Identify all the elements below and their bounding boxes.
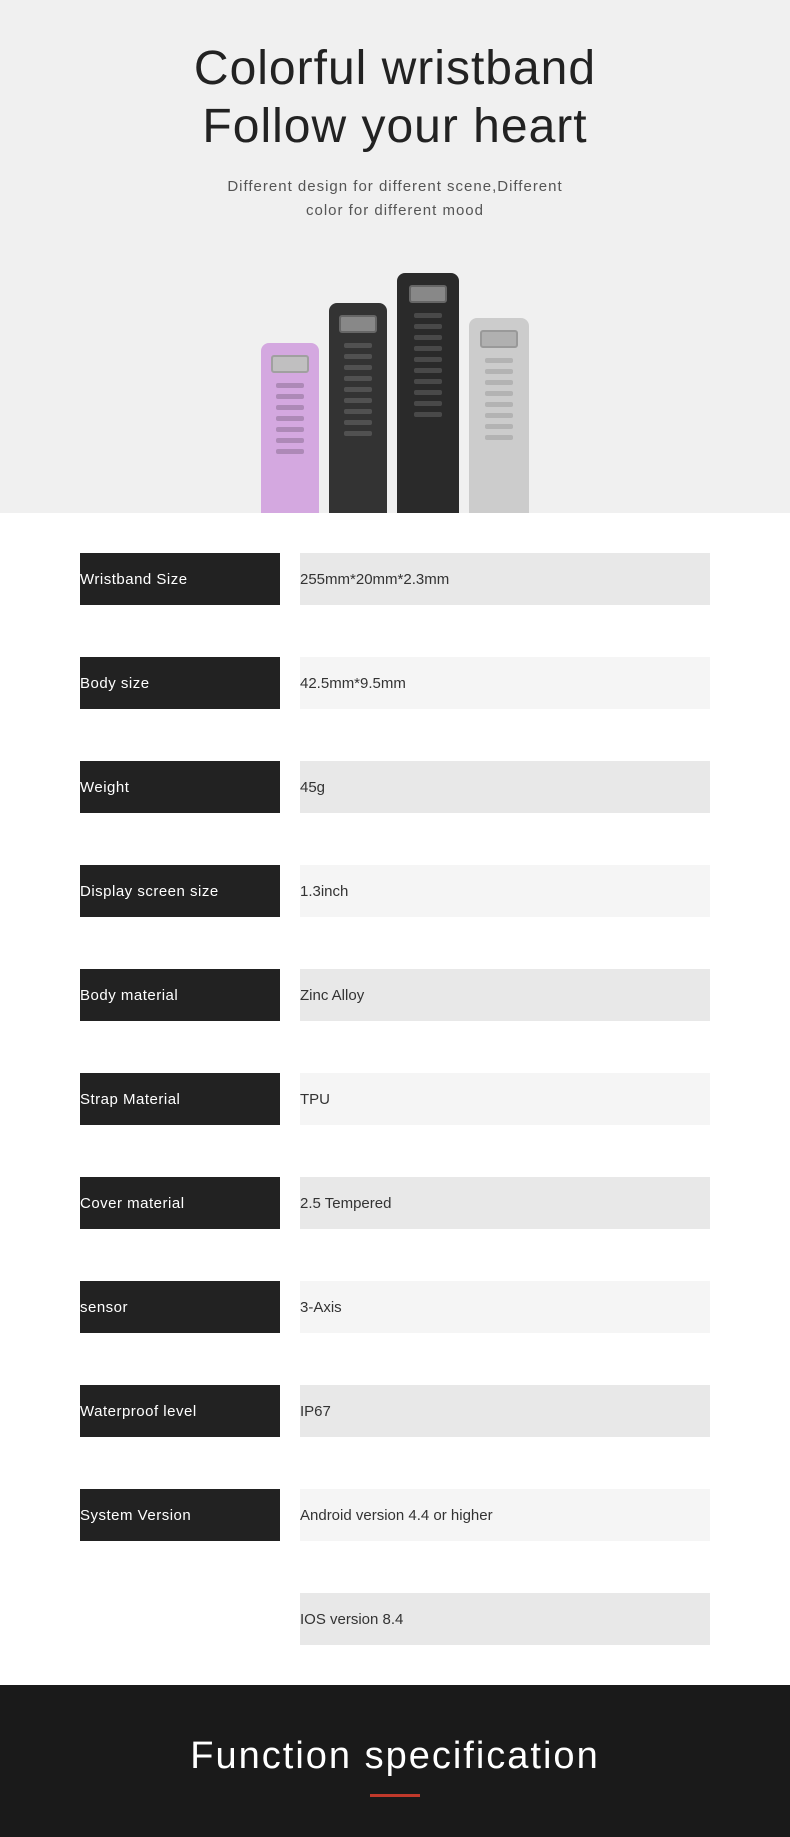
hero-title: Colorful wristband Follow your heart bbox=[20, 40, 770, 155]
spec-label: Waterproof level bbox=[80, 1385, 280, 1437]
spec-value: IP67 bbox=[300, 1385, 710, 1437]
row-spacer bbox=[80, 1541, 710, 1593]
spec-gap bbox=[280, 969, 300, 1021]
row-spacer bbox=[80, 917, 710, 969]
spec-label: System Version bbox=[80, 1489, 280, 1541]
spec-gap bbox=[280, 553, 300, 605]
row-spacer bbox=[80, 709, 710, 761]
spec-value: 42.5mm*9.5mm bbox=[300, 657, 710, 709]
table-row: Body material Zinc Alloy bbox=[80, 969, 710, 1021]
spec-value: 255mm*20mm*2.3mm bbox=[300, 553, 710, 605]
function-title: Function specification bbox=[20, 1735, 770, 1778]
spec-label: Weight bbox=[80, 761, 280, 813]
spec-gap bbox=[280, 761, 300, 813]
table-row: Display screen size 1.3inch bbox=[80, 865, 710, 917]
spec-gap bbox=[280, 1281, 300, 1333]
hero-section: Colorful wristband Follow your heart Dif… bbox=[0, 0, 790, 513]
spec-gap bbox=[280, 865, 300, 917]
spec-value: TPU bbox=[300, 1073, 710, 1125]
spec-value: 1.3inch bbox=[300, 865, 710, 917]
spec-gap bbox=[280, 1177, 300, 1229]
bands-visual bbox=[20, 253, 770, 513]
table-row: Waterproof level IP67 bbox=[80, 1385, 710, 1437]
row-spacer bbox=[80, 1229, 710, 1281]
spec-gap bbox=[280, 1385, 300, 1437]
spec-value: Zinc Alloy bbox=[300, 969, 710, 1021]
spec-gap bbox=[280, 1593, 300, 1645]
row-spacer bbox=[80, 605, 710, 657]
hero-title-line1: Colorful wristband bbox=[194, 42, 596, 95]
band-black-medium bbox=[329, 303, 387, 513]
spec-label: Display screen size bbox=[80, 865, 280, 917]
row-spacer bbox=[80, 1021, 710, 1073]
spec-label: Body size bbox=[80, 657, 280, 709]
spec-gap bbox=[280, 657, 300, 709]
spec-value: 45g bbox=[300, 761, 710, 813]
row-spacer bbox=[80, 1437, 710, 1489]
row-spacer bbox=[80, 1333, 710, 1385]
spec-label: Wristband Size bbox=[80, 553, 280, 605]
hero-subtitle: Different design for different scene,Dif… bbox=[20, 175, 770, 223]
row-spacer bbox=[80, 813, 710, 865]
function-section: Function specification bbox=[0, 1685, 790, 1837]
spec-value: IOS version 8.4 bbox=[300, 1593, 710, 1645]
table-row: Strap Material TPU bbox=[80, 1073, 710, 1125]
spec-gap bbox=[280, 1073, 300, 1125]
spec-label-empty bbox=[80, 1593, 280, 1645]
spec-value: 3-Axis bbox=[300, 1281, 710, 1333]
band-purple bbox=[261, 343, 319, 513]
specs-section: Wristband Size 255mm*20mm*2.3mm Body size 4… bbox=[0, 513, 790, 1685]
table-row: Wristband Size 255mm*20mm*2.3mm bbox=[80, 553, 710, 605]
spec-value: Android version 4.4 or higher bbox=[300, 1489, 710, 1541]
table-row: Weight 45g bbox=[80, 761, 710, 813]
spec-value: 2.5 Tempered bbox=[300, 1177, 710, 1229]
band-gray bbox=[469, 318, 529, 513]
spec-label: Strap Material bbox=[80, 1073, 280, 1125]
row-spacer bbox=[80, 1125, 710, 1177]
table-row: Cover material 2.5 Tempered bbox=[80, 1177, 710, 1229]
table-row: Body size 42.5mm*9.5mm bbox=[80, 657, 710, 709]
spec-label: Body material bbox=[80, 969, 280, 1021]
spec-gap bbox=[280, 1489, 300, 1541]
table-row: IOS version 8.4 bbox=[80, 1593, 710, 1645]
specs-table: Wristband Size 255mm*20mm*2.3mm Body size 4… bbox=[80, 553, 710, 1645]
band-black-large bbox=[397, 273, 459, 513]
function-underline bbox=[370, 1794, 420, 1797]
hero-title-line2: Follow your heart bbox=[202, 100, 587, 153]
table-row: sensor 3-Axis bbox=[80, 1281, 710, 1333]
spec-label: Cover material bbox=[80, 1177, 280, 1229]
table-row: System Version Android version 4.4 or hig… bbox=[80, 1489, 710, 1541]
spec-label: sensor bbox=[80, 1281, 280, 1333]
